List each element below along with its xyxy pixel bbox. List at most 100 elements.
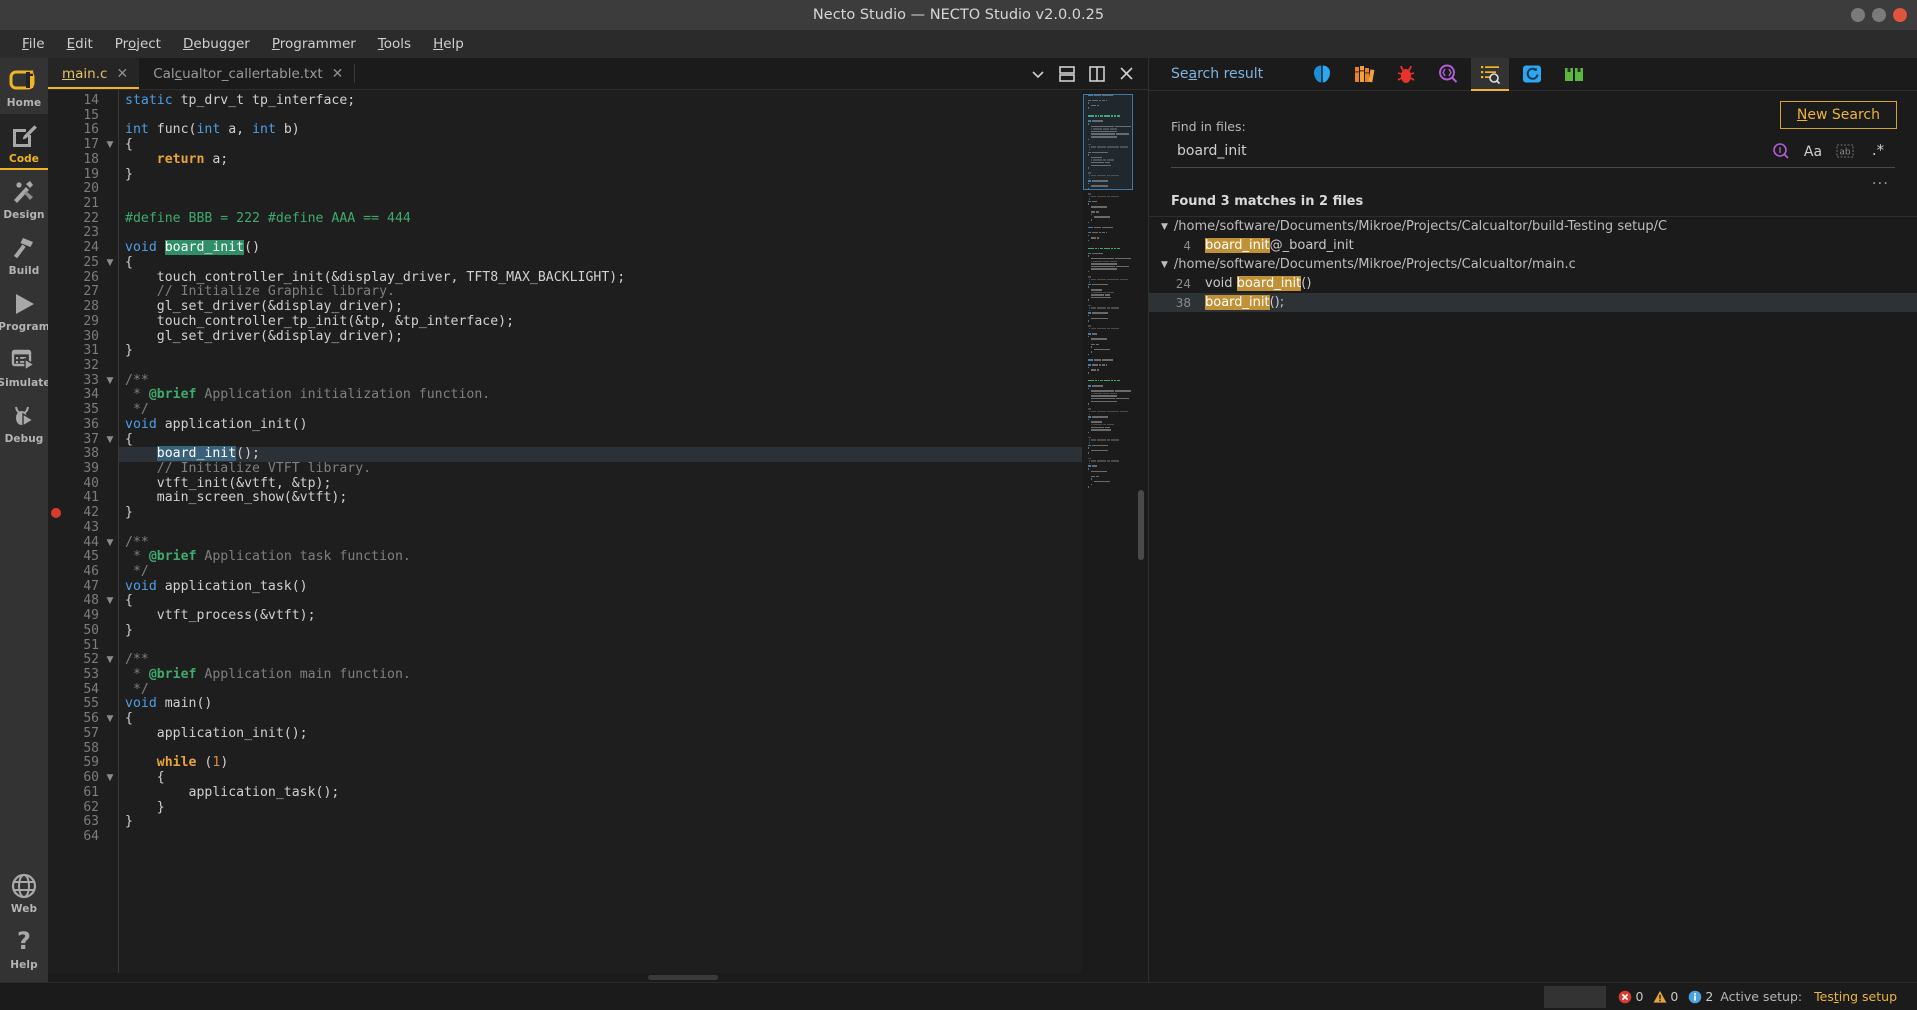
rail-item-program[interactable]: Program: [0, 282, 50, 338]
code-line[interactable]: void application_task(): [119, 579, 1148, 595]
code-line[interactable]: [119, 521, 1148, 536]
breakpoint-marker[interactable]: [51, 508, 61, 519]
code-line[interactable]: {: [119, 432, 1148, 448]
code-line[interactable]: int func(int a, int b): [119, 123, 1148, 138]
refresh-link-icon[interactable]: [1513, 58, 1551, 91]
code-line[interactable]: // Initialize VTFT library.: [119, 461, 1148, 477]
code-fold-gutter[interactable]: ▼ ▼ ▼ ▼ ▼ ▼ ▼ ▼ ▼: [102, 90, 118, 973]
code-line[interactable]: [119, 359, 1148, 374]
split-horizontal-icon[interactable]: [1059, 65, 1075, 82]
code-line[interactable]: void application_init(): [119, 417, 1148, 433]
result-hit-row[interactable]: 38 board_init();: [1149, 293, 1917, 312]
fold-toggle-icon[interactable]: ▼: [102, 433, 118, 448]
more-search-options[interactable]: ...: [1171, 168, 1895, 188]
rail-item-web[interactable]: Web: [0, 864, 48, 920]
code-line[interactable]: [119, 639, 1148, 654]
rail-item-simulate[interactable]: Simulate: [0, 338, 51, 394]
code-line[interactable]: }: [119, 343, 1148, 359]
code-line[interactable]: application_task();: [119, 785, 1148, 801]
code-line[interactable]: */: [119, 564, 1148, 580]
active-setup-area[interactable]: Active setup: Testing setup: [1720, 989, 1917, 1004]
breakpoint-gutter[interactable]: [48, 90, 64, 973]
chevron-down-icon[interactable]: [1031, 67, 1045, 81]
code-line[interactable]: {: [119, 255, 1148, 271]
new-search-button[interactable]: New Search: [1779, 101, 1897, 129]
regex-icon[interactable]: .*: [1861, 142, 1893, 160]
tab-close-icon[interactable]: ✕: [116, 67, 128, 81]
code-line[interactable]: */: [119, 682, 1148, 698]
code-line[interactable]: gl_set_driver(&display_driver);: [119, 329, 1148, 345]
code-line[interactable]: [119, 742, 1148, 757]
editor-horizontal-scrollbar[interactable]: [48, 973, 1148, 982]
code-line[interactable]: main_screen_show(&vtft);: [119, 491, 1148, 506]
editor-vertical-scrollbar[interactable]: [1134, 90, 1148, 973]
code-line[interactable]: }: [119, 800, 1148, 816]
fold-toggle-icon[interactable]: ▼: [102, 138, 118, 153]
code-line[interactable]: * @brief Application task function.: [119, 549, 1148, 565]
fold-toggle-icon[interactable]: ▼: [102, 374, 118, 389]
code-line[interactable]: [119, 197, 1148, 212]
hscroll-thumb[interactable]: [648, 975, 718, 980]
fold-toggle-icon[interactable]: ▼: [102, 653, 118, 668]
code-line[interactable]: * @brief Application initialization func…: [119, 388, 1148, 403]
fold-toggle-icon[interactable]: ▼: [102, 594, 118, 609]
search-result-list-icon[interactable]: [1471, 57, 1510, 91]
magnifier-code-icon[interactable]: [1429, 58, 1467, 91]
rail-item-home[interactable]: Home: [0, 58, 48, 114]
code-line[interactable]: [119, 109, 1148, 124]
code-line[interactable]: {: [119, 770, 1148, 786]
maximize-button[interactable]: [1872, 8, 1886, 22]
rail-item-code[interactable]: Code: [0, 114, 48, 170]
code-line[interactable]: board_init();: [119, 446, 1148, 462]
code-line[interactable]: }: [119, 167, 1148, 183]
code-line[interactable]: [119, 182, 1148, 197]
rail-item-debug[interactable]: Debug: [0, 394, 48, 450]
whole-word-icon[interactable]: ab: [1829, 142, 1861, 160]
code-line[interactable]: void board_init(): [119, 240, 1148, 256]
rail-item-help[interactable]: ? Help: [0, 920, 48, 976]
tab-close-icon[interactable]: ✕: [332, 67, 344, 81]
expand-caret-icon[interactable]: ▼: [1161, 260, 1168, 270]
menu-edit[interactable]: Edit: [67, 36, 93, 52]
fold-toggle-icon[interactable]: ▼: [102, 712, 118, 727]
menu-project[interactable]: Project: [115, 36, 161, 52]
code-line[interactable]: return a;: [119, 152, 1148, 168]
brain-icon[interactable]: [1303, 58, 1341, 91]
close-button[interactable]: [1893, 8, 1907, 22]
scrollbar-thumb[interactable]: [1138, 490, 1144, 560]
menu-help[interactable]: Help: [433, 36, 464, 52]
menu-programmer[interactable]: Programmer: [272, 36, 356, 52]
minimap-viewport[interactable]: [1083, 94, 1133, 190]
menu-tools[interactable]: Tools: [378, 36, 411, 52]
code-line[interactable]: vtft_process(&vtft);: [119, 608, 1148, 624]
menu-debugger[interactable]: Debugger: [183, 36, 250, 52]
code-line[interactable]: static tp_drv_t tp_interface;: [119, 93, 1148, 109]
result-hit-row[interactable]: 4 board_init@_board_init: [1149, 236, 1917, 255]
code-line[interactable]: #define BBB = 222 #define AAA == 444: [119, 211, 1148, 227]
tab-main-c[interactable]: main.c ✕: [48, 58, 140, 89]
code-line[interactable]: {: [119, 594, 1148, 609]
code-line[interactable]: gl_set_driver(&display_driver);: [119, 299, 1148, 315]
code-line[interactable]: * @brief Application main function.: [119, 667, 1148, 683]
code-line[interactable]: touch_controller_tp_init(&tp, &tp_interf…: [119, 314, 1148, 330]
code-line[interactable]: {: [119, 137, 1148, 153]
code-line[interactable]: [119, 830, 1148, 845]
fold-toggle-icon[interactable]: ▼: [102, 536, 118, 551]
code-line[interactable]: }: [119, 505, 1148, 521]
search-in-selection-icon[interactable]: [1765, 142, 1797, 160]
rail-item-design[interactable]: Design: [0, 170, 48, 226]
close-icon[interactable]: [1119, 66, 1134, 81]
search-input[interactable]: [1173, 141, 1765, 161]
minimize-button[interactable]: [1851, 8, 1865, 22]
result-file-group[interactable]: ▼ /home/software/Documents/Mikroe/Project…: [1149, 217, 1917, 236]
code-line[interactable]: application_init();: [119, 726, 1148, 742]
result-hit-row[interactable]: 24 void board_init(): [1149, 274, 1917, 293]
match-case-icon[interactable]: Aa: [1797, 142, 1829, 160]
active-setup-value[interactable]: Testing setup: [1814, 989, 1897, 1004]
fold-toggle-icon[interactable]: ▼: [102, 256, 118, 271]
bug-icon[interactable]: [1387, 58, 1425, 91]
menu-file[interactable]: File: [22, 36, 45, 52]
code-line[interactable]: }: [119, 623, 1148, 639]
library-books-icon[interactable]: [1345, 58, 1383, 91]
code-text-area[interactable]: static tp_drv_t tp_interface; int func(i…: [118, 90, 1148, 973]
